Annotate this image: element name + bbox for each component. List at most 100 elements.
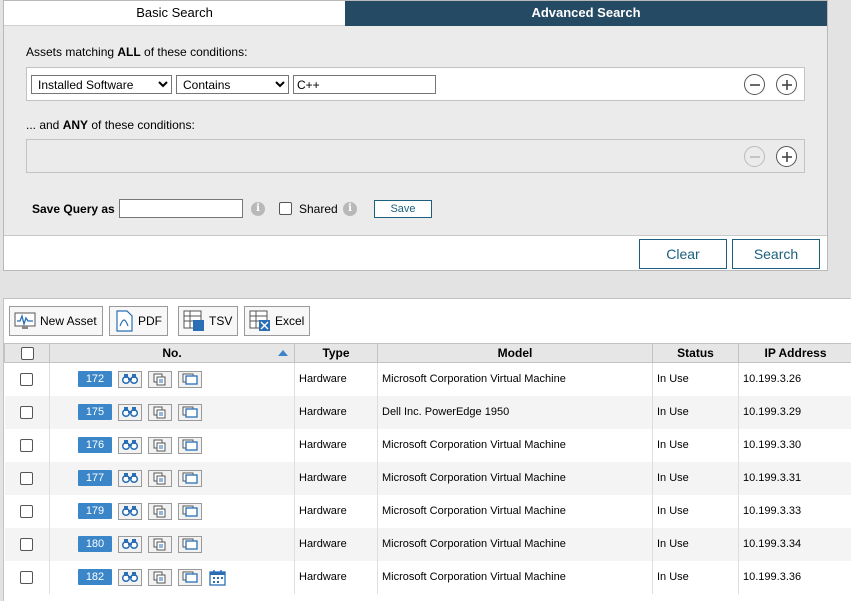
row-model-cell: Microsoft Corporation Virtual Machine [377,461,653,495]
row-no-cell: 177 [49,461,295,495]
open-window-button[interactable] [178,403,202,421]
remote-view-button[interactable] [118,436,142,454]
row-type-cell: Hardware [294,494,378,528]
windows-icon [182,505,198,517]
condition-field-select[interactable]: Installed Software [31,75,172,94]
save-query-button[interactable]: Save [374,200,432,218]
asset-number-badge[interactable]: 179 [78,503,112,519]
open-window-button[interactable] [178,436,202,454]
add-any-condition-button[interactable] [776,146,797,167]
column-header-no[interactable]: No. [49,343,295,363]
row-select-cell [4,428,50,462]
asset-number-badge[interactable]: 175 [78,404,112,420]
row-select-cell [4,395,50,429]
row-checkbox[interactable] [20,405,34,419]
column-header-type[interactable]: Type [294,343,378,363]
remote-view-button[interactable] [118,502,142,520]
asset-number-badge[interactable]: 172 [78,371,112,388]
remote-view-button[interactable] [118,469,142,487]
row-select-cell [4,362,50,396]
asset-number-badge[interactable]: 176 [78,437,112,453]
minus-circle-icon [749,155,760,158]
windows-icon [182,406,198,418]
row-ip-cell: 10.199.3.26 [738,362,851,396]
column-header-model[interactable]: Model [377,343,653,363]
table-row[interactable]: 172 Hardware Microsoft Corporation Virtual… [4,362,851,396]
open-window-button[interactable] [178,469,202,487]
row-model-cell: Microsoft Corporation Virtual Machine [377,494,653,528]
shared-checkbox[interactable] [279,202,292,215]
pdf-export-button[interactable]: PDF [109,306,168,336]
row-checkbox[interactable] [20,471,34,485]
row-checkbox[interactable] [20,537,34,551]
search-button[interactable]: Search [732,239,820,269]
open-window-button[interactable] [178,535,202,553]
add-condition-button[interactable] [776,74,797,95]
asset-number-badge[interactable]: 180 [78,536,112,552]
new-asset-button[interactable]: New Asset [9,306,103,336]
tab-basic-search[interactable]: Basic Search [4,1,345,26]
row-checkbox[interactable] [20,570,34,584]
copy-icon [153,373,166,386]
schedule-button[interactable] [208,569,226,586]
copy-asset-button[interactable] [148,535,172,553]
minus-circle-icon [749,83,760,86]
open-window-button[interactable] [178,370,202,388]
binoculars-icon [122,473,138,484]
copy-asset-button[interactable] [148,403,172,421]
table-row[interactable]: 175 Hardware Dell Inc. PowerEdge 1950 In Us… [4,395,851,429]
remote-view-button[interactable] [118,370,142,388]
asset-number-badge[interactable]: 177 [78,470,112,486]
tab-advanced-search[interactable]: Advanced Search [345,1,827,26]
asset-number-badge[interactable]: 182 [78,569,112,585]
remote-view-button[interactable] [118,568,142,586]
excel-export-button[interactable]: Excel [244,306,311,336]
row-no-cell: 172 [49,362,295,396]
table-row[interactable]: 182 Hardware Microsoft Corporation Virtual… [4,560,851,594]
new-asset-label: New Asset [40,314,97,328]
open-window-button[interactable] [178,568,202,586]
tsv-icon [183,310,204,331]
table-row[interactable]: 177 Hardware Microsoft Corporation Virtual… [4,461,851,495]
row-no-cell: 179 [49,494,295,528]
copy-asset-button[interactable] [148,436,172,454]
remove-any-condition-button[interactable] [744,146,765,167]
assets-table: No. Type Model Status IP Address 172 Hard… [4,343,851,594]
any-label-prefix: ... and [26,118,63,132]
sort-ascending-icon [278,350,288,356]
copy-asset-button[interactable] [148,370,172,388]
row-ip-cell: 10.199.3.33 [738,494,851,528]
save-query-input[interactable] [119,199,243,218]
column-header-status[interactable]: Status [652,343,739,363]
table-row[interactable]: 176 Hardware Microsoft Corporation Virtual… [4,428,851,462]
row-model-cell: Microsoft Corporation Virtual Machine [377,428,653,462]
remote-view-button[interactable] [118,535,142,553]
clear-button[interactable]: Clear [639,239,727,269]
search-tabs: Basic Search Advanced Search [4,1,827,26]
condition-value-input[interactable] [293,75,436,94]
table-row[interactable]: 180 Hardware Microsoft Corporation Virtual… [4,527,851,561]
row-checkbox[interactable] [20,438,34,452]
copy-asset-button[interactable] [148,568,172,586]
row-checkbox[interactable] [20,372,34,386]
remove-condition-button[interactable] [744,74,765,95]
condition-operator-select[interactable]: Contains [176,75,289,94]
all-conditions-label: Assets matching ALL of these conditions: [26,45,247,59]
copy-asset-button[interactable] [148,469,172,487]
row-status-cell: In Use [652,395,739,429]
tsv-export-button[interactable]: TSV [178,306,239,336]
remote-view-button[interactable] [118,403,142,421]
table-row[interactable]: 179 Hardware Microsoft Corporation Virtual… [4,494,851,528]
any-conditions-label: ... and ANY of these conditions: [26,118,195,132]
any-label-suffix: of these conditions: [88,118,195,132]
row-no-cell: 180 [49,527,295,561]
row-ip-cell: 10.199.3.31 [738,461,851,495]
monitor-pulse-icon [14,312,36,329]
select-all-checkbox[interactable] [20,346,34,360]
column-header-ip-address[interactable]: IP Address [738,343,851,363]
copy-asset-button[interactable] [148,502,172,520]
info-icon: i [343,202,357,216]
search-panel: Basic Search Advanced Search Assets matc… [3,0,828,271]
open-window-button[interactable] [178,502,202,520]
row-checkbox[interactable] [20,504,34,518]
